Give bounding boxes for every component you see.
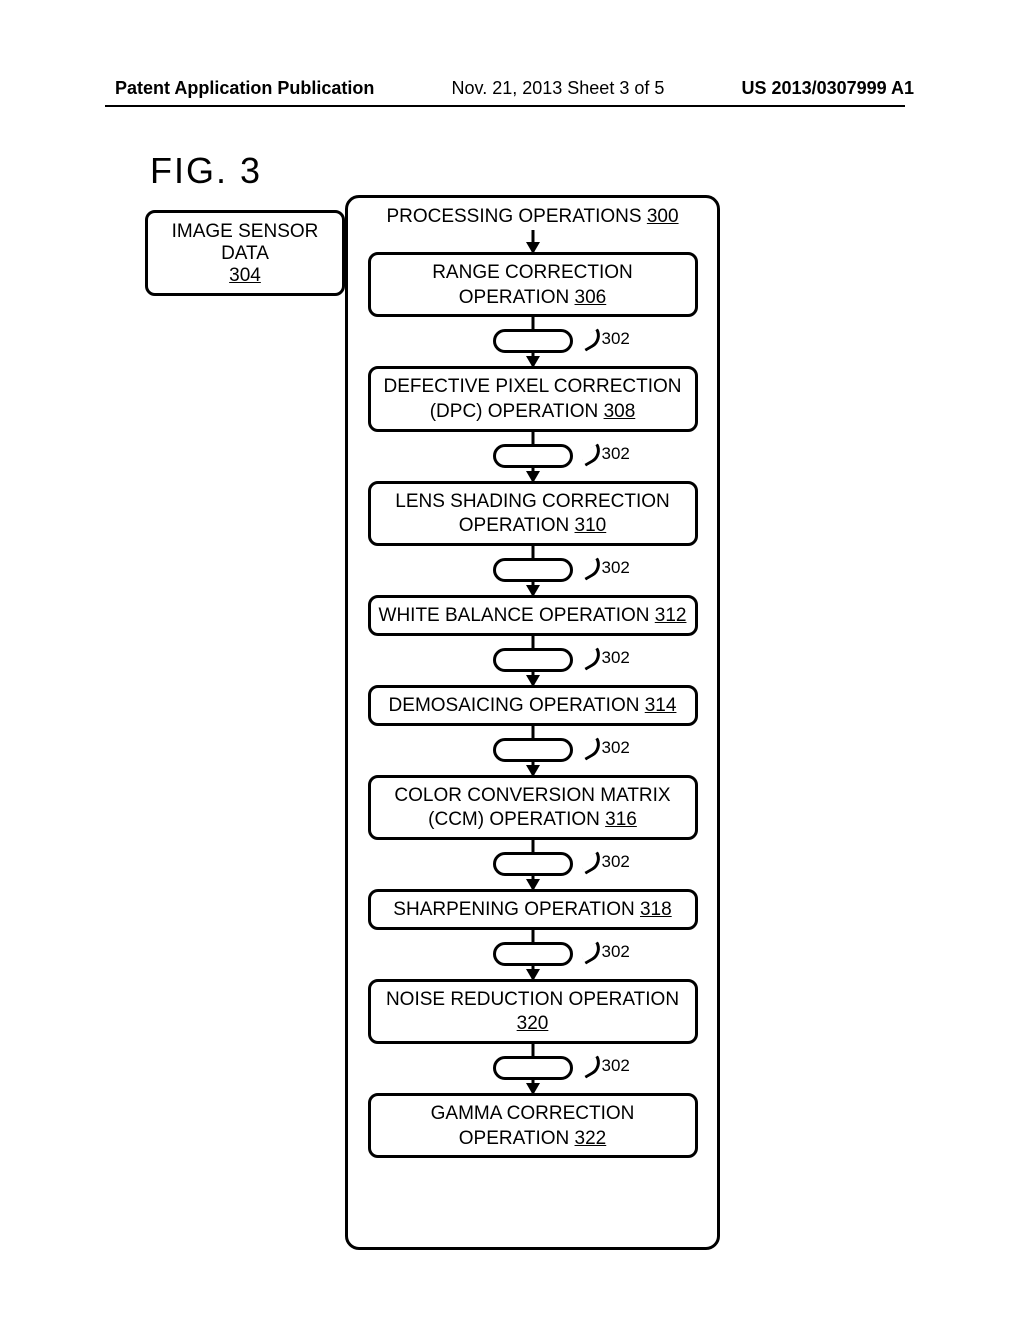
connector: 302	[368, 840, 698, 889]
buffer-ref: 302	[602, 444, 630, 464]
arrowhead-icon	[526, 675, 540, 687]
operation-label: SHARPENING OPERATION	[393, 899, 640, 920]
arrowhead-icon	[526, 242, 540, 254]
connector: 302	[368, 317, 698, 366]
operation-ref: 308	[604, 401, 636, 422]
arrowhead-icon	[526, 969, 540, 981]
operation-box: COLOR CONVERSION MATRIX (CCM) OPERATION …	[368, 775, 698, 840]
operation-box: DEFECTIVE PIXEL CORRECTION (DPC) OPERATI…	[368, 366, 698, 431]
buffer-node	[493, 444, 573, 468]
operation-box: GAMMA CORRECTION OPERATION 322	[368, 1093, 698, 1158]
operation-box: DEMOSAICING OPERATION 314	[368, 685, 698, 726]
arrowhead-icon	[526, 879, 540, 891]
buffer-ref: 302	[602, 1056, 630, 1076]
container-title-ref: 300	[647, 206, 679, 227]
buffer-ref: 302	[602, 942, 630, 962]
operation-box: WHITE BALANCE OPERATION 312	[368, 595, 698, 636]
input-box-label: IMAGE SENSOR DATA	[172, 221, 319, 264]
buffer-ref: 302	[602, 738, 630, 758]
buffer-node	[493, 329, 573, 353]
header-left: Patent Application Publication	[115, 78, 374, 99]
arrowhead-icon	[526, 765, 540, 777]
figure-label: FIG. 3	[150, 150, 262, 192]
operation-ref: 306	[575, 287, 607, 308]
processing-container: PROCESSING OPERATIONS 300 RANGE CORRECTI…	[345, 195, 720, 1250]
operation-box: RANGE CORRECTION OPERATION 306	[368, 252, 698, 317]
header-rule	[105, 105, 905, 107]
operation-label: DEMOSAICING OPERATION	[389, 695, 645, 716]
connector: 302	[368, 930, 698, 979]
operation-label: WHITE BALANCE OPERATION	[379, 605, 655, 626]
arrowhead-icon	[526, 585, 540, 597]
patent-page: Patent Application Publication Nov. 21, …	[0, 0, 1024, 1320]
arrowhead-icon	[526, 471, 540, 483]
buffer-node	[493, 738, 573, 762]
operation-ref: 316	[605, 809, 637, 830]
operation-ref: 310	[575, 515, 607, 536]
operation-ref: 312	[655, 605, 687, 626]
buffer-ref: 302	[602, 558, 630, 578]
arrowhead-icon	[526, 1083, 540, 1095]
connector: 302	[368, 1044, 698, 1093]
operation-ref: 318	[640, 899, 672, 920]
operation-label: LENS SHADING CORRECTION OPERATION	[395, 491, 669, 537]
input-box-ref: 304	[229, 265, 261, 286]
header-mid: Nov. 21, 2013 Sheet 3 of 5	[452, 78, 665, 99]
operation-ref: 322	[575, 1128, 607, 1149]
operation-label: NOISE REDUCTION OPERATION	[386, 989, 679, 1010]
operation-ref: 320	[517, 1013, 549, 1034]
operation-box: NOISE REDUCTION OPERATION 320	[368, 979, 698, 1044]
input-box-image-sensor-data: IMAGE SENSOR DATA 304	[145, 210, 345, 296]
buffer-ref: 302	[602, 329, 630, 349]
connector: 302	[368, 432, 698, 481]
buffer-ref: 302	[602, 852, 630, 872]
operations-list: RANGE CORRECTION OPERATION 306 302 DEFECTI…	[358, 252, 707, 1158]
connector: 302	[368, 726, 698, 775]
arrowhead-icon	[526, 356, 540, 368]
operation-ref: 314	[645, 695, 677, 716]
operation-box: LENS SHADING CORRECTION OPERATION 310	[368, 481, 698, 546]
buffer-ref: 302	[602, 648, 630, 668]
connector: 302	[368, 636, 698, 685]
page-header: Patent Application Publication Nov. 21, …	[0, 78, 1024, 99]
connector: 302	[368, 546, 698, 595]
arrow-into-first-op	[368, 230, 698, 252]
container-title: PROCESSING OPERATIONS 300	[358, 206, 707, 228]
buffer-node	[493, 648, 573, 672]
operation-label: DEFECTIVE PIXEL CORRECTION (DPC) OPERATI…	[383, 376, 681, 422]
container-title-text: PROCESSING OPERATIONS	[386, 206, 641, 227]
buffer-node	[493, 852, 573, 876]
buffer-node	[493, 942, 573, 966]
buffer-node	[493, 1056, 573, 1080]
header-right: US 2013/0307999 A1	[742, 78, 914, 99]
operation-box: SHARPENING OPERATION 318	[368, 889, 698, 930]
buffer-node	[493, 558, 573, 582]
